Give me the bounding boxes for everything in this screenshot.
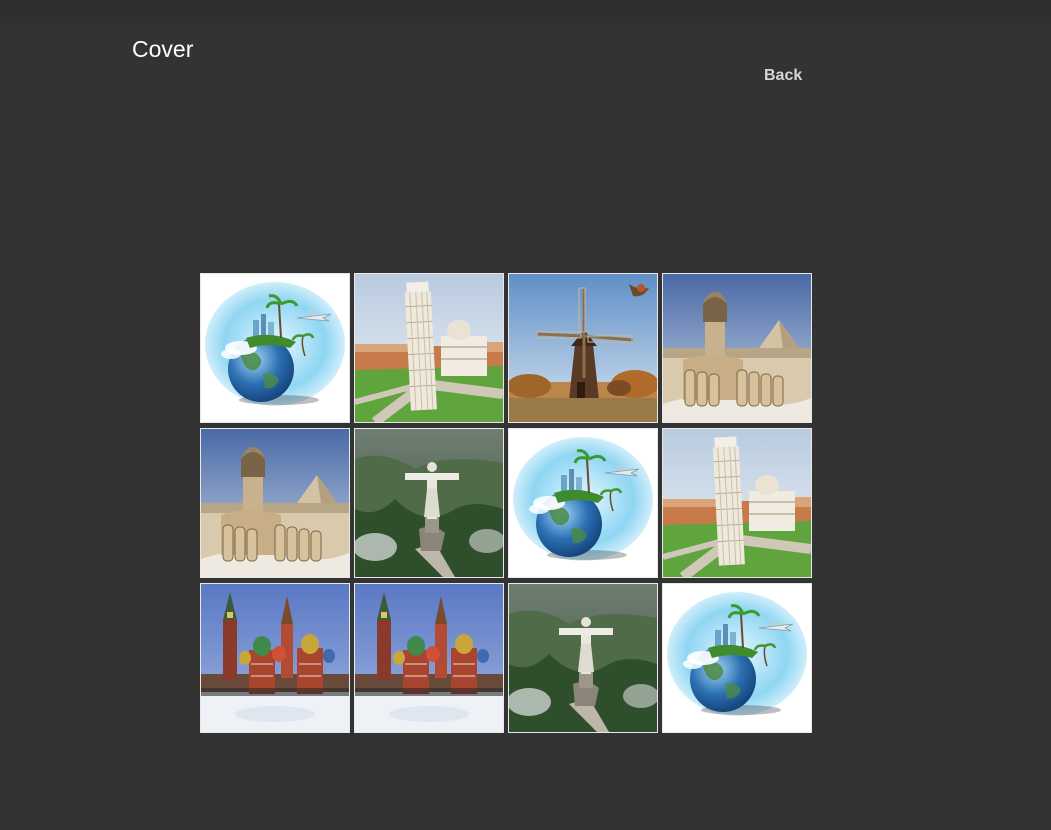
photo-tile-globe-travel[interactable] (200, 273, 350, 423)
photo-image (663, 429, 811, 577)
photo-image (509, 429, 657, 577)
photo-grid (200, 273, 814, 733)
photo-tile-globe-travel[interactable] (508, 428, 658, 578)
photo-image (509, 584, 657, 732)
photo-image (355, 274, 503, 422)
photo-tile-windmill[interactable] (508, 273, 658, 423)
photo-image (201, 584, 349, 732)
photo-tile-sphinx[interactable] (662, 273, 812, 423)
photo-image (663, 274, 811, 422)
photo-tile-christ-the-redeemer[interactable] (354, 428, 504, 578)
photo-image (509, 274, 657, 422)
photo-image (663, 584, 811, 732)
page-title: Cover (132, 36, 194, 62)
photo-tile-leaning-tower-pisa[interactable] (354, 273, 504, 423)
photo-image (355, 584, 503, 732)
photo-tile-kremlin[interactable] (200, 583, 350, 733)
page: Cover Back (0, 0, 1051, 830)
photo-image (355, 429, 503, 577)
photo-image (201, 429, 349, 577)
photo-tile-leaning-tower-pisa[interactable] (662, 428, 812, 578)
photo-tile-kremlin[interactable] (354, 583, 504, 733)
photo-image (201, 274, 349, 422)
photo-tile-sphinx[interactable] (200, 428, 350, 578)
photo-tile-christ-the-redeemer[interactable] (508, 583, 658, 733)
back-link[interactable]: Back (764, 67, 802, 85)
photo-tile-globe-travel[interactable] (662, 583, 812, 733)
